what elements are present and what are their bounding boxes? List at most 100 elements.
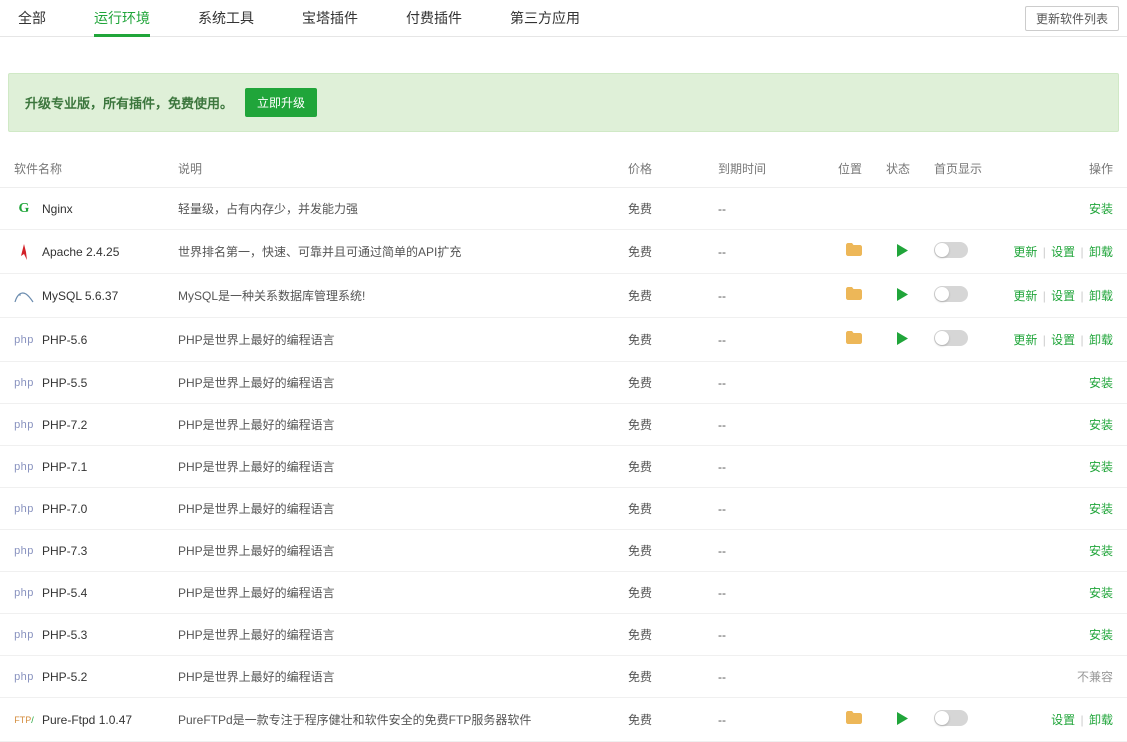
software-name-cell: phpPHP-7.3 [14,543,162,559]
php-icon: php [14,461,34,473]
expire-cell: -- [710,572,830,614]
play-icon[interactable] [897,288,908,301]
software-desc: PHP是世界上最好的编程语言 [170,404,620,446]
folder-icon[interactable] [846,287,862,304]
mysql-icon [14,289,34,303]
php-icon: php [14,545,34,557]
software-name: PHP-7.2 [42,418,87,432]
php-icon: php [14,671,34,683]
software-name-cell: Apache 2.4.25 [14,244,162,260]
expire-cell: -- [710,446,830,488]
upgrade-now-button[interactable]: 立即升级 [245,88,317,117]
settings-link[interactable]: 设置 [1051,713,1075,727]
uninstall-link[interactable]: 卸载 [1089,713,1113,727]
expire-cell: -- [710,488,830,530]
ops-cell: 设置 | 卸载 [994,698,1127,742]
tab-2[interactable]: 系统工具 [198,0,254,36]
tab-4[interactable]: 付费插件 [406,0,462,36]
table-row: phpPHP-5.2PHP是世界上最好的编程语言免费--不兼容 [0,656,1127,698]
folder-icon[interactable] [846,711,862,728]
software-name-cell: phpPHP-5.5 [14,375,162,391]
uninstall-link[interactable]: 卸载 [1089,289,1113,303]
install-link[interactable]: 安装 [1089,460,1113,474]
settings-link[interactable]: 设置 [1051,333,1075,347]
table-row: phpPHP-7.0PHP是世界上最好的编程语言免费--安装 [0,488,1127,530]
table-row: phpPHP-7.1PHP是世界上最好的编程语言免费--安装 [0,446,1127,488]
php-icon: php [14,587,34,599]
software-name-cell: MySQL 5.6.37 [14,288,162,304]
home-toggle[interactable] [934,286,968,302]
software-desc: PHP是世界上最好的编程语言 [170,362,620,404]
software-name: Pure-Ftpd 1.0.47 [42,713,132,727]
incompatible-label: 不兼容 [1077,670,1113,684]
software-name: Nginx [42,202,73,216]
banner-text: 升级专业版，所有插件，免费使用。 [25,93,233,112]
play-icon[interactable] [897,332,908,345]
play-icon[interactable] [897,712,908,725]
update-software-list-button[interactable]: 更新软件列表 [1025,6,1119,31]
uninstall-link[interactable]: 卸载 [1089,245,1113,259]
settings-link[interactable]: 设置 [1051,245,1075,259]
ops-cell: 安装 [994,488,1127,530]
software-desc: PureFTPd是一款专注于程序健壮和软件安全的免费FTP服务器软件 [170,698,620,742]
header-desc: 说明 [170,150,620,188]
table-row: MySQL 5.6.37MySQL是一种关系数据库管理系统!免费--更新 | 设… [0,274,1127,318]
header-expire: 到期时间 [710,150,830,188]
software-desc: PHP是世界上最好的编程语言 [170,446,620,488]
install-link[interactable]: 安装 [1089,544,1113,558]
install-link[interactable]: 安装 [1089,628,1113,642]
price-cell: 免费 [620,318,710,362]
install-link[interactable]: 安装 [1089,376,1113,390]
expire-cell: -- [710,656,830,698]
table-row: Apache 2.4.25 世界排名第一，快速、可靠并且可通过简单的API扩充免费… [0,230,1127,274]
play-icon[interactable] [897,244,908,257]
software-name-cell: php PHP-5.4 [14,585,162,601]
update-link[interactable]: 更新 [1013,289,1037,303]
ops-cell: 更新 | 设置 | 卸载 [994,274,1127,318]
install-link[interactable]: 安装 [1089,586,1113,600]
folder-icon[interactable] [846,331,862,348]
install-link[interactable]: 安装 [1089,418,1113,432]
header-location: 位置 [830,150,878,188]
software-name: PHP-5.5 [42,376,87,390]
tab-0[interactable]: 全部 [18,0,46,36]
php-icon: php [14,503,34,515]
price-cell: 免费 [620,230,710,274]
software-name: PHP-5.4 [42,586,87,600]
software-desc: MySQL是一种关系数据库管理系统! [170,274,620,318]
price-cell: 免费 [620,446,710,488]
software-name-cell: GNginx [14,201,162,217]
tab-1[interactable]: 运行环境 [94,0,150,36]
install-link[interactable]: 安装 [1089,502,1113,516]
update-link[interactable]: 更新 [1013,245,1037,259]
software-name-cell: phpPHP-5.2 [14,669,162,685]
home-toggle[interactable] [934,330,968,346]
table-row: GNginx轻量级，占有内存少，并发能力强免费--安装 [0,188,1127,230]
folder-icon[interactable] [846,243,862,260]
home-toggle[interactable] [934,710,968,726]
settings-link[interactable]: 设置 [1051,289,1075,303]
price-cell: 免费 [620,698,710,742]
ops-cell: 更新 | 设置 | 卸载 [994,318,1127,362]
tab-5[interactable]: 第三方应用 [510,0,580,36]
update-link[interactable]: 更新 [1013,333,1037,347]
price-cell: 免费 [620,572,710,614]
header-ops: 操作 [994,150,1127,188]
uninstall-link[interactable]: 卸载 [1089,333,1113,347]
price-cell: 免费 [620,362,710,404]
software-desc: 世界排名第一，快速、可靠并且可通过简单的API扩充 [170,230,620,274]
software-name: MySQL 5.6.37 [42,289,118,303]
table-row: phpPHP-7.2PHP是世界上最好的编程语言免费--安装 [0,404,1127,446]
expire-cell: -- [710,274,830,318]
ops-cell: 安装 [994,362,1127,404]
expire-cell: -- [710,188,830,230]
home-toggle[interactable] [934,242,968,258]
header-status: 状态 [878,150,926,188]
software-name: PHP-5.6 [42,333,87,347]
software-desc: 轻量级，占有内存少，并发能力强 [170,188,620,230]
install-link[interactable]: 安装 [1089,202,1113,216]
tab-3[interactable]: 宝塔插件 [302,0,358,36]
price-cell: 免费 [620,404,710,446]
upgrade-banner: 升级专业版，所有插件，免费使用。 立即升级 [8,73,1119,132]
tab-bar: 全部 运行环境 系统工具 宝塔插件 付费插件 第三方应用 更新软件列表 [0,0,1127,37]
